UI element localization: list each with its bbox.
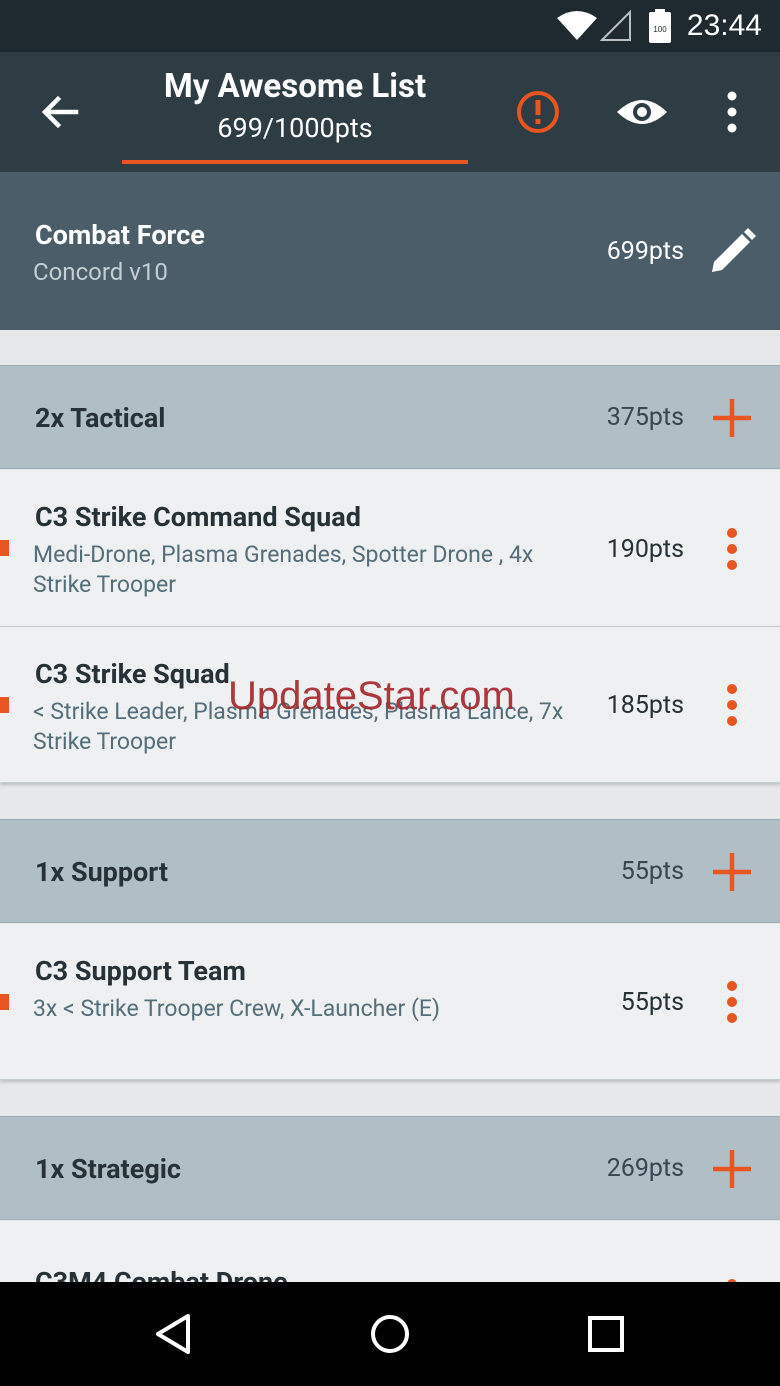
section-header-strategic: 1x Strategic 269pts bbox=[0, 1116, 780, 1220]
clock: 23:44 bbox=[686, 9, 762, 42]
edit-pencil-icon[interactable] bbox=[706, 226, 758, 278]
unit-marker bbox=[0, 697, 9, 713]
force-faction: Concord v10 bbox=[33, 258, 168, 286]
wifi-icon bbox=[557, 11, 597, 40]
more-vert-icon[interactable] bbox=[712, 82, 752, 142]
screen: 100 23:44 My Awesome List 699/1000pts Co… bbox=[0, 0, 780, 1386]
force-points: 699pts bbox=[606, 237, 684, 266]
add-icon[interactable] bbox=[710, 1147, 754, 1191]
unit-more-icon[interactable] bbox=[718, 977, 746, 1027]
section-title: 2x Tactical bbox=[35, 402, 166, 434]
unit-more-icon[interactable] bbox=[718, 524, 746, 574]
section-header-support: 1x Support 55pts bbox=[0, 819, 780, 923]
force-header[interactable]: Combat Force Concord v10 699pts bbox=[0, 172, 780, 330]
unit-row[interactable]: C3 Strike Squad < Strike Leader, Plasma … bbox=[0, 627, 780, 783]
warning-icon[interactable] bbox=[508, 82, 568, 142]
nav-recent-icon[interactable] bbox=[582, 1310, 630, 1358]
unit-name: C3 Strike Command Squad bbox=[35, 501, 361, 533]
section-points: 375pts bbox=[606, 403, 684, 432]
page-title: My Awesome List bbox=[163, 67, 427, 106]
unit-description: Medi-Drone, Plasma Grenades, Spotter Dro… bbox=[33, 541, 534, 598]
unit-description: 3x < Strike Trooper Crew, X-Launcher (E) bbox=[33, 995, 440, 1022]
add-icon[interactable] bbox=[710, 850, 754, 894]
unit-description: < Strike Leader, Plasma Grenades, Plasma… bbox=[33, 698, 564, 755]
nav-back-icon[interactable] bbox=[150, 1310, 198, 1358]
unit-marker bbox=[0, 994, 9, 1010]
points-summary: 699/1000pts bbox=[217, 112, 373, 144]
unit-row[interactable]: C3 Strike Command Squad Medi-Drone, Plas… bbox=[0, 470, 780, 627]
section-title: 1x Strategic bbox=[35, 1153, 181, 1185]
unit-marker bbox=[0, 540, 9, 556]
list-title-tab[interactable]: My Awesome List 699/1000pts bbox=[122, 64, 468, 164]
signal-icon bbox=[600, 10, 631, 41]
section-points: 269pts bbox=[606, 1154, 684, 1183]
status-bar: 100 23:44 bbox=[0, 0, 780, 52]
unit-points: 185pts bbox=[606, 691, 684, 720]
eye-icon[interactable] bbox=[612, 82, 672, 142]
battery-level: 100 bbox=[653, 25, 667, 34]
navigation-bar bbox=[0, 1282, 780, 1386]
tab-indicator bbox=[122, 160, 468, 164]
unit-name: C3 Support Team bbox=[35, 955, 246, 987]
unit-more-icon[interactable] bbox=[718, 680, 746, 730]
back-arrow-icon[interactable] bbox=[30, 82, 90, 142]
add-icon[interactable] bbox=[710, 396, 754, 440]
unit-points: 55pts bbox=[620, 988, 684, 1017]
section-points: 55pts bbox=[620, 857, 684, 886]
battery-icon: 100 bbox=[649, 9, 671, 43]
unit-points: 190pts bbox=[606, 535, 684, 564]
unit-name: C3 Strike Squad bbox=[35, 658, 230, 690]
section-title: 1x Support bbox=[35, 856, 168, 888]
nav-home-icon[interactable] bbox=[366, 1310, 414, 1358]
section-header-tactical: 2x Tactical 375pts bbox=[0, 365, 780, 469]
force-name: Combat Force bbox=[35, 219, 205, 251]
unit-row[interactable]: C3 Support Team 3x < Strike Trooper Crew… bbox=[0, 924, 780, 1080]
app-bar: My Awesome List 699/1000pts bbox=[0, 52, 780, 172]
